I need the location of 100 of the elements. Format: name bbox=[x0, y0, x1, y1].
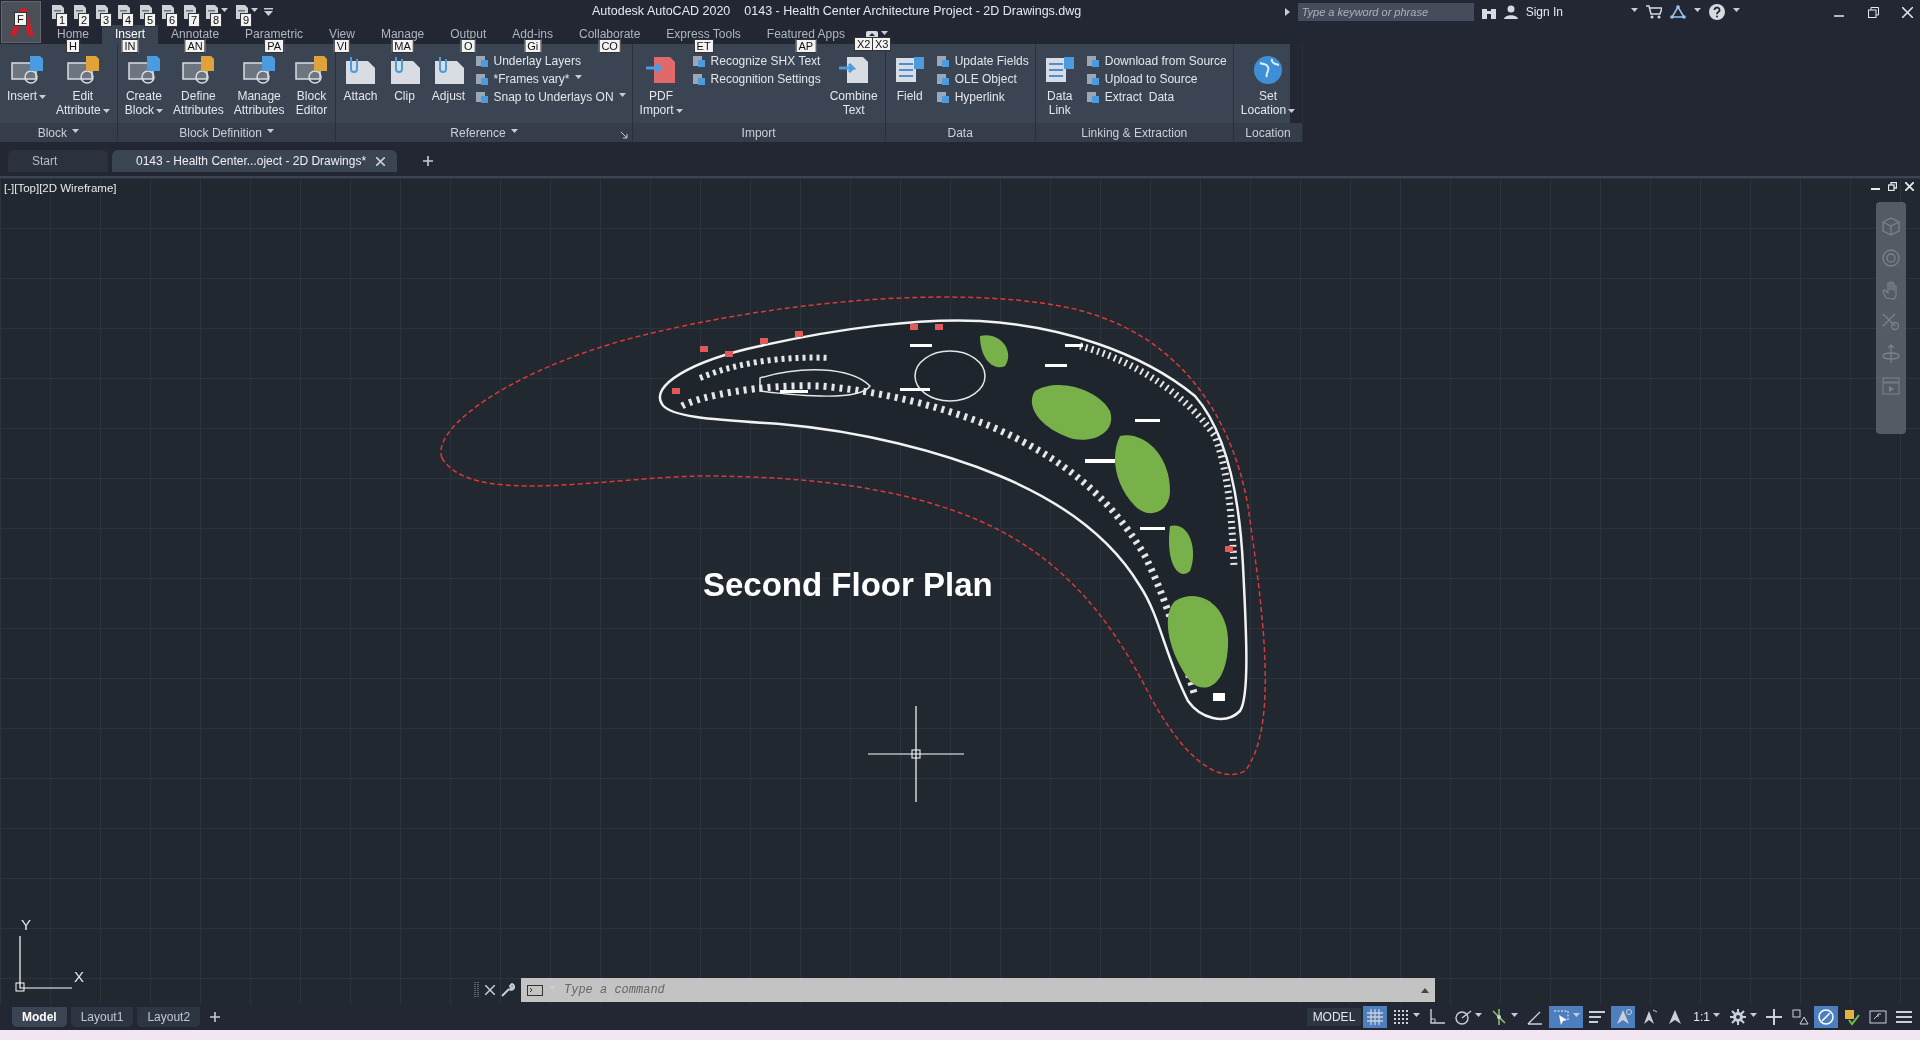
grip-handle-icon[interactable] bbox=[474, 982, 479, 998]
triangle-nodes-icon[interactable] bbox=[1670, 5, 1686, 19]
caret-icon[interactable] bbox=[266, 128, 274, 133]
ribbon-button[interactable]: PDF Import bbox=[636, 53, 686, 123]
ribbon-button[interactable]: Upload to Source bbox=[1083, 71, 1229, 87]
expand-arrow-icon[interactable] bbox=[1284, 8, 1290, 16]
tool-icon bbox=[935, 72, 950, 86]
ribbon-button[interactable]: Download from Source bbox=[1083, 53, 1229, 69]
caret-icon[interactable] bbox=[1631, 8, 1638, 12]
ribbon-button[interactable]: Manage Attributes bbox=[230, 53, 288, 123]
caret-icon[interactable] bbox=[1694, 8, 1701, 12]
layout-tab[interactable]: Layout2 bbox=[137, 1007, 201, 1027]
caret-icon[interactable] bbox=[574, 75, 582, 79]
status-toggle-button[interactable] bbox=[1363, 1006, 1388, 1028]
ribbon-button[interactable]: Define Attributes bbox=[170, 53, 227, 123]
caret-icon[interactable] bbox=[72, 128, 80, 133]
customize-menu-icon[interactable] bbox=[264, 8, 273, 16]
launcher-arrow-icon[interactable] bbox=[620, 132, 628, 139]
ribbon-button[interactable]: Hyperlink bbox=[933, 89, 1031, 105]
status-toggle-button[interactable] bbox=[1611, 1006, 1636, 1028]
ribbon-button[interactable]: *Frames vary* bbox=[472, 71, 628, 87]
caret-icon[interactable] bbox=[510, 128, 518, 133]
panel-title[interactable]: Import bbox=[632, 123, 885, 142]
ribbon-button[interactable]: Combine Text bbox=[826, 53, 881, 123]
status-toggle-button[interactable] bbox=[1814, 1006, 1838, 1028]
caret-icon[interactable] bbox=[251, 8, 258, 12]
ribbon-button[interactable]: Edit Attribute bbox=[53, 53, 113, 123]
caret-icon[interactable] bbox=[156, 109, 164, 113]
command-input[interactable]: Type a command bbox=[562, 982, 1415, 998]
restore-icon[interactable] bbox=[1888, 182, 1897, 191]
caret-icon[interactable] bbox=[1511, 1013, 1519, 1017]
tool-icon bbox=[691, 54, 706, 68]
ribbon-button[interactable]: Data Link bbox=[1039, 53, 1080, 123]
panel-title[interactable]: Reference bbox=[336, 123, 632, 142]
ribbon-button[interactable]: Snap to Underlays ON bbox=[472, 89, 628, 105]
help-icon[interactable] bbox=[1709, 4, 1725, 20]
caret-icon[interactable] bbox=[618, 93, 626, 97]
caret-icon[interactable] bbox=[880, 30, 888, 35]
expand-history-icon[interactable] bbox=[1421, 987, 1429, 993]
layout-tab[interactable]: Layout1 bbox=[70, 1007, 134, 1027]
caret-icon[interactable] bbox=[1713, 1013, 1720, 1017]
terminal-icon[interactable] bbox=[527, 984, 543, 996]
key-tip: IN bbox=[121, 39, 139, 53]
key-tip: AP bbox=[795, 39, 817, 53]
model-space-button[interactable]: MODEL bbox=[1306, 1008, 1362, 1026]
close-icon[interactable] bbox=[485, 985, 495, 995]
cart-icon[interactable] bbox=[1646, 5, 1662, 19]
viewport-controls-label[interactable]: [-][Top][2D Wireframe] bbox=[4, 182, 117, 194]
sign-in-link[interactable]: Sign In bbox=[1525, 5, 1563, 19]
ribbon-button[interactable]: Field bbox=[889, 53, 930, 123]
panel-title[interactable]: Linking & Extraction bbox=[1035, 123, 1233, 142]
ribbon-button[interactable]: Block Editor bbox=[291, 53, 332, 123]
document-tab[interactable]: 0143 - Health Center...oject - 2D Drawings* bbox=[112, 150, 398, 172]
key-tip: 2 bbox=[78, 13, 91, 27]
close-icon[interactable] bbox=[1905, 182, 1914, 191]
panel-title[interactable]: Location bbox=[1233, 123, 1303, 142]
key-tip: ET bbox=[693, 39, 714, 53]
user-icon[interactable] bbox=[1503, 5, 1518, 19]
ribbon-button[interactable]: Insert bbox=[4, 53, 49, 123]
tool-icon bbox=[474, 72, 489, 86]
ribbon-button[interactable]: Adjust bbox=[428, 53, 469, 123]
restore-icon[interactable] bbox=[1867, 6, 1879, 18]
table-field-icon bbox=[1043, 55, 1076, 85]
ribbon-button[interactable]: Attach bbox=[340, 53, 381, 123]
close-icon[interactable] bbox=[376, 156, 386, 166]
close-icon[interactable] bbox=[1901, 6, 1913, 18]
caret-icon[interactable] bbox=[675, 109, 683, 113]
caret-icon[interactable] bbox=[1733, 8, 1740, 12]
document-tab[interactable]: Start bbox=[8, 150, 108, 172]
caret-icon[interactable] bbox=[39, 95, 46, 99]
status-toggle-button[interactable] bbox=[1549, 1006, 1584, 1028]
application-menu-button[interactable]: F bbox=[1, 1, 41, 43]
caret-icon[interactable] bbox=[221, 8, 228, 12]
isolate-icon bbox=[1791, 1008, 1809, 1026]
ribbon-button[interactable]: Update Fields bbox=[933, 53, 1031, 69]
annotation-scale-button[interactable]: 1:1 bbox=[1689, 1010, 1724, 1024]
caret-icon[interactable] bbox=[1475, 1013, 1483, 1017]
caret-icon[interactable] bbox=[102, 109, 110, 113]
caret-icon[interactable] bbox=[1750, 1013, 1757, 1017]
ribbon-button[interactable]: Recognize SHX Text bbox=[689, 53, 823, 69]
caret-icon[interactable] bbox=[1413, 1013, 1421, 1017]
ribbon-button[interactable]: Set Location bbox=[1237, 53, 1299, 123]
panel-title[interactable]: Data bbox=[885, 123, 1035, 142]
search-field[interactable]: Type a keyword or phrase bbox=[1297, 3, 1474, 21]
command-field[interactable]: Type a command bbox=[521, 978, 1435, 1002]
panel-title[interactable]: Block bbox=[0, 123, 117, 142]
layout-tab[interactable]: Model bbox=[12, 1007, 67, 1027]
tool-icon bbox=[1085, 72, 1100, 86]
tool-icon bbox=[1085, 90, 1100, 104]
new-layout-icon[interactable] bbox=[210, 1012, 221, 1022]
ribbon-button[interactable]: Underlay Layers bbox=[472, 53, 628, 69]
panel-title[interactable]: Block Definition bbox=[117, 123, 336, 142]
wrench-icon[interactable] bbox=[501, 983, 515, 997]
ribbon-button[interactable]: Extract Data bbox=[1083, 89, 1229, 105]
ribbon-button[interactable]: Clip bbox=[384, 53, 425, 123]
ribbon-button[interactable]: Recognition Settings bbox=[689, 71, 823, 87]
ribbon-button[interactable]: OLE Object bbox=[933, 71, 1031, 87]
caret-icon[interactable] bbox=[1288, 109, 1296, 113]
ribbon-button[interactable]: Create Block bbox=[121, 53, 167, 123]
circle-slash-icon bbox=[1817, 1008, 1835, 1026]
